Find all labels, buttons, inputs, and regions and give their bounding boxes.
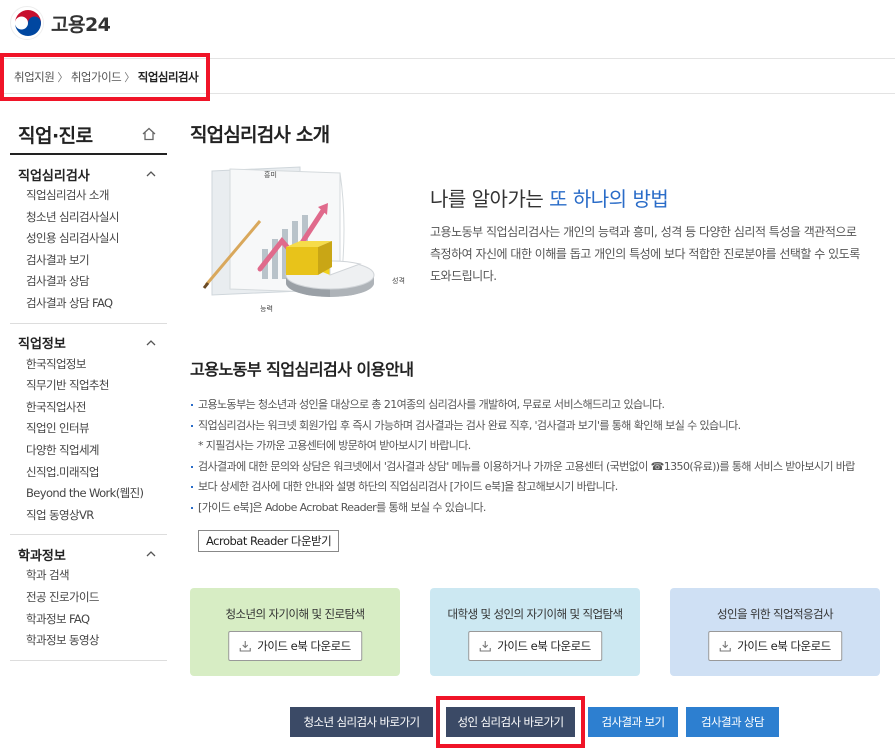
illust-label-personality: 성격 (392, 276, 405, 285)
results-consult-button[interactable]: 검사결과 상담 (686, 707, 779, 737)
sidebar-item[interactable]: 직업 동영상VR (10, 505, 167, 527)
sidebar-item[interactable]: 검사결과 상담 (10, 271, 167, 293)
ebook-download-label: 가이드 e북 다운로드 (497, 639, 591, 653)
sidebar-item[interactable]: 학과정보 FAQ (10, 609, 167, 631)
sidebar-item[interactable]: 직무기반 직업추천 (10, 375, 167, 397)
guide-note: * 지필검사는 가까운 고용센터에 방문하여 받아보시기 바랍니다. (198, 439, 471, 453)
card-adult-adaptation: 성인을 위한 직업적응검사 가이드 e북 다운로드 (670, 588, 880, 676)
sidebar-item[interactable]: 검사결과 상담 FAQ (10, 293, 167, 315)
site-header: 고용24 (0, 0, 895, 48)
sidebar-item[interactable]: 학과정보 동영상 (10, 630, 167, 652)
ebook-download-button[interactable]: 가이드 e북 다운로드 (468, 631, 602, 661)
sidebar-item[interactable]: 한국직업정보 (10, 354, 167, 376)
guide-item: 고용노동부는 청소년과 성인을 대상으로 총 21여종의 심리검사를 개발하여,… (190, 395, 895, 416)
sidebar-item[interactable]: 한국직업사전 (10, 397, 167, 419)
guide-item: [가이드 e북]은 Adobe Acrobat Reader를 통해 보실 수 … (190, 498, 895, 519)
highlight-box-breadcrumb (0, 53, 210, 101)
guide-section-title: 고용노동부 직업심리검사 이용안내 (190, 360, 414, 379)
home-icon[interactable] (141, 126, 157, 142)
sidebar: 직업·진로 직업심리검사 직업심리검사 소개 청소년 심리검사실시 성인용 심리… (10, 115, 167, 661)
page-title: 직업심리검사 소개 (190, 124, 330, 146)
quick-link-buttons: 청소년 심리검사 바로가기 성인 심리검사 바로가기 검사결과 보기 검사결과 … (190, 696, 890, 748)
guide-ebook-cards: 청소년의 자기이해 및 진로탐색 가이드 e북 다운로드 대학생 및 성인의 자… (190, 588, 890, 676)
chevron-up-icon[interactable] (145, 337, 157, 349)
sidebar-item[interactable]: 성인용 심리검사실시 (10, 228, 167, 250)
sidebar-group-header[interactable]: 학과정보 (10, 543, 167, 565)
sidebar-item[interactable]: 직업인 인터뷰 (10, 418, 167, 440)
hero-subtitle: 나를 알아가는 또 하나의 방법 (430, 183, 669, 212)
highlight-box-adult-test (436, 696, 585, 748)
ebook-download-label: 가이드 e북 다운로드 (737, 639, 831, 653)
guide-list: 고용노동부는 청소년과 성인을 대상으로 총 21여종의 심리검사를 개발하여,… (190, 395, 895, 519)
chevron-up-icon[interactable] (145, 168, 157, 180)
brand-name: 고용24 (51, 13, 111, 36)
ebook-download-button[interactable]: 가이드 e북 다운로드 (228, 631, 362, 661)
download-icon (239, 641, 251, 652)
sidebar-item[interactable]: 신직업.미래직업 (10, 462, 167, 484)
guide-item: 보다 상세한 검사에 대한 안내와 설명 하단의 직업심리검사 [가이드 e북]… (190, 477, 895, 498)
sidebar-group-job-info: 직업정보 한국직업정보 직무기반 직업추천 한국직업사전 직업인 인터뷰 다양한… (10, 324, 167, 536)
card-title: 대학생 및 성인의 자기이해 및 직업탐색 (447, 607, 624, 621)
sidebar-item[interactable]: 전공 진로가이드 (10, 587, 167, 609)
sidebar-group-title: 직업정보 (18, 337, 66, 353)
hero-subtitle-prefix: 나를 알아가는 (430, 187, 550, 211)
sidebar-group-title: 학과정보 (18, 548, 66, 564)
sidebar-group-header[interactable]: 직업정보 (10, 332, 167, 354)
sidebar-item[interactable]: 청소년 심리검사실시 (10, 207, 167, 229)
hero-subtitle-highlight: 또 하나의 방법 (549, 187, 669, 211)
ebook-download-label: 가이드 e북 다운로드 (257, 639, 351, 653)
chevron-up-icon[interactable] (145, 548, 157, 560)
acrobat-download-button[interactable]: Acrobat Reader 다운받기 (198, 530, 340, 552)
card-title: 성인을 위한 직업적응검사 (717, 607, 833, 621)
guide-item: 직업심리검사는 워크넷 회원가입 후 즉시 가능하며 검사결과는 검사 완료 직… (190, 416, 895, 437)
sidebar-group-header[interactable]: 직업심리검사 (10, 163, 167, 185)
illust-label-interest: 흥미 (264, 170, 277, 179)
card-title: 청소년의 자기이해 및 진로탐색 (225, 607, 366, 621)
sidebar-header: 직업·진로 (10, 115, 167, 155)
sidebar-item[interactable]: 검사결과 보기 (10, 250, 167, 272)
ebook-download-button[interactable]: 가이드 e북 다운로드 (708, 631, 842, 661)
sidebar-group-psych-test: 직업심리검사 직업심리검사 소개 청소년 심리검사실시 성인용 심리검사실시 검… (10, 155, 167, 324)
breadcrumb-bar: 취업지원 〉 취업가이드 〉 직업심리검사 (0, 53, 895, 101)
sidebar-item[interactable]: 다양한 직업세계 (10, 440, 167, 462)
sidebar-item[interactable]: 학과 검색 (10, 565, 167, 587)
sidebar-group-title: 직업심리검사 (18, 168, 90, 184)
card-adult-students: 대학생 및 성인의 자기이해 및 직업탐색 가이드 e북 다운로드 (430, 588, 640, 676)
sidebar-group-major-info: 학과정보 학과 검색 전공 진로가이드 학과정보 FAQ 학과정보 동영상 (10, 535, 167, 661)
guide-item: 검사결과에 대한 문의와 상담은 워크넷에서 '검사결과 상담' 메뉴를 이용하… (190, 457, 895, 478)
view-results-button[interactable]: 검사결과 보기 (588, 707, 678, 737)
sidebar-item[interactable]: Beyond the Work(웹진) (10, 483, 167, 505)
psych-test-illustration: 흥미 성격 능력 (202, 166, 405, 313)
illust-label-ability: 능력 (260, 305, 273, 313)
sidebar-title: 직업·진로 (18, 124, 93, 147)
sidebar-item[interactable]: 직업심리검사 소개 (10, 185, 167, 207)
taegeuk-logo-icon (10, 6, 44, 40)
download-icon (479, 641, 491, 652)
download-icon (719, 641, 731, 652)
hero-description: 고용노동부 직업심리검사는 개인의 능력과 흥미, 성격 등 다양한 심리적 특… (430, 225, 860, 283)
site-logo[interactable]: 고용24 (10, 6, 111, 40)
card-youth: 청소년의 자기이해 및 진로탐색 가이드 e북 다운로드 (190, 588, 400, 676)
youth-test-button[interactable]: 청소년 심리검사 바로가기 (290, 707, 433, 737)
